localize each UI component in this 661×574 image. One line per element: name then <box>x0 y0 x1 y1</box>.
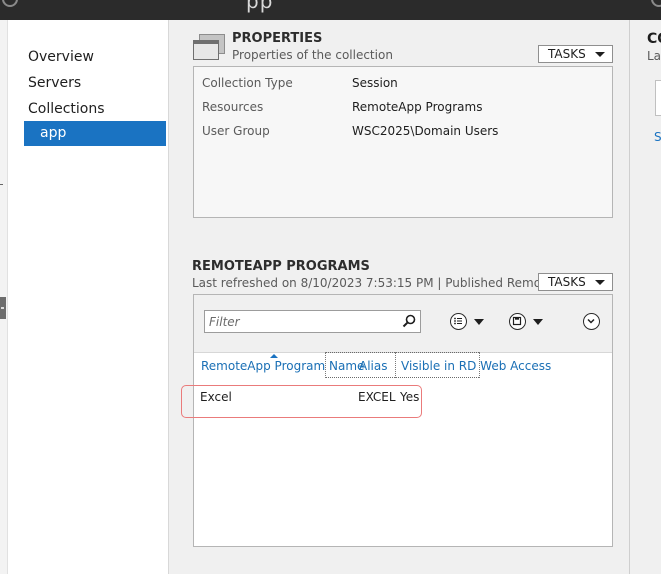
view-options-button[interactable] <box>450 312 492 332</box>
remoteapp-subtitle: Last refreshed on 8/10/2023 7:53:15 PM |… <box>192 276 581 290</box>
save-query-button[interactable] <box>509 312 551 332</box>
nav-item-overview[interactable]: Overview <box>24 45 166 70</box>
column-divider[interactable] <box>479 352 480 378</box>
right-pane-box <box>655 80 661 116</box>
cell-alias: EXCEL <box>358 390 396 404</box>
chevron-down-icon <box>533 319 543 325</box>
prop-label-resources: Resources <box>202 100 264 114</box>
prop-label-user-group: User Group <box>202 124 270 138</box>
nav-item-servers[interactable]: Servers <box>24 71 166 96</box>
prop-label-collection-type: Collection Type <box>202 76 293 90</box>
properties-tasks-button[interactable]: TASKS <box>538 45 613 63</box>
main-content: PROPERTIES Properties of the collection … <box>169 20 629 574</box>
right-pane-link[interactable]: S <box>654 130 661 144</box>
right-pane-title: CO <box>647 31 661 47</box>
chevron-down-icon <box>595 52 605 57</box>
column-header-alias[interactable]: Alias <box>359 359 387 373</box>
column-divider[interactable] <box>325 352 326 378</box>
properties-tasks-label: TASKS <box>548 47 586 61</box>
list-options-icon <box>450 313 467 330</box>
chevron-down-icon <box>595 280 605 285</box>
chevron-down-icon <box>474 319 484 325</box>
help-circle-icon[interactable] <box>651 0 661 7</box>
cell-program-name: Excel <box>200 390 232 404</box>
back-circle-icon[interactable] <box>2 0 18 7</box>
nav-item-collections[interactable]: Collections <box>24 97 166 122</box>
cell-visible: Yes <box>400 390 420 404</box>
prop-value-user-group: WSC2025\Domain Users <box>352 124 499 138</box>
table-row[interactable]: Excel EXCEL Yes <box>194 382 614 412</box>
left-edge-strip <box>0 20 8 574</box>
remoteapp-panel: RemoteApp Program Name Alias Visible in … <box>193 294 613 547</box>
filter-box[interactable] <box>204 310 421 333</box>
prop-value-resources: RemoteApp Programs <box>352 100 483 114</box>
properties-panel: Collection Type Session Resources Remote… <box>193 66 613 218</box>
properties-icon <box>193 34 225 60</box>
nav-item-app[interactable]: app <box>24 121 166 146</box>
window-titlebar: pp <box>0 0 661 20</box>
properties-subtitle: Properties of the collection <box>232 48 393 62</box>
right-pane: CO La S <box>630 20 661 574</box>
save-query-icon <box>509 313 526 330</box>
column-header-visible-rd-web[interactable]: Visible in RD Web Access <box>401 359 551 373</box>
remoteapp-tasks-button[interactable]: TASKS <box>538 273 613 291</box>
navigation-pane: Overview Servers Collections app <box>8 20 168 574</box>
sort-ascending-icon <box>270 354 278 358</box>
expand-chevron-icon[interactable] <box>583 313 600 330</box>
collapse-grip-handle[interactable] <box>0 297 6 319</box>
window-title: pp <box>246 0 274 13</box>
right-pane-subtitle: La <box>647 49 661 63</box>
remoteapp-title: REMOTEAPP PROGRAMS <box>192 259 370 274</box>
properties-title: PROPERTIES <box>232 31 323 46</box>
edge-tick <box>0 184 3 185</box>
filter-input[interactable] <box>205 311 395 332</box>
remoteapp-tasks-label: TASKS <box>548 275 586 289</box>
remoteapp-toolbar <box>194 295 612 353</box>
prop-value-collection-type: Session <box>352 76 398 90</box>
search-icon[interactable] <box>402 314 416 328</box>
column-divider[interactable] <box>395 352 396 378</box>
